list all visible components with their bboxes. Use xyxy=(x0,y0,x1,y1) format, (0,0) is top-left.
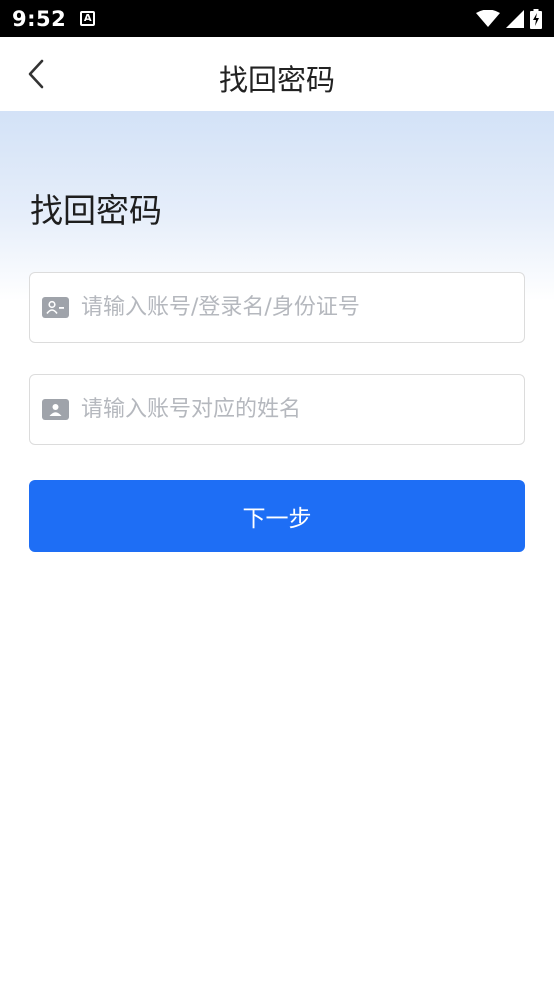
battery-charging-icon xyxy=(530,8,542,29)
a-letter-icon: A xyxy=(80,11,96,26)
status-bar: 9:52 A xyxy=(0,0,554,37)
wifi-icon xyxy=(476,9,500,27)
name-input[interactable] xyxy=(81,375,524,444)
next-step-button[interactable]: 下一步 xyxy=(29,480,525,552)
status-icons xyxy=(476,8,542,29)
nav-bar: 找回密码 xyxy=(0,37,554,111)
hero-title: 找回密码 xyxy=(30,191,162,230)
account-input[interactable] xyxy=(81,273,524,342)
id-card-icon xyxy=(42,297,69,318)
status-time: 9:52 xyxy=(12,6,67,31)
signal-icon xyxy=(506,9,524,28)
person-card-icon xyxy=(42,399,69,420)
account-field[interactable] xyxy=(29,272,525,343)
name-field[interactable] xyxy=(29,374,525,445)
page-title: 找回密码 xyxy=(218,63,335,97)
